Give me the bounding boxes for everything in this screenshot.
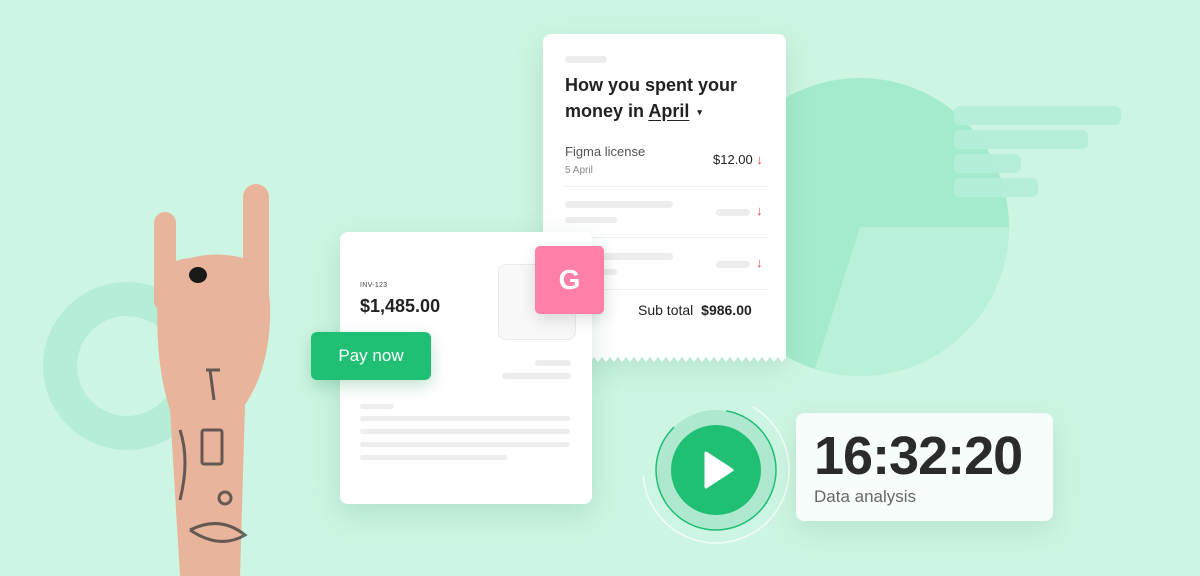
arrow-down-icon: ↓ [756,255,763,270]
timer-card: 16:32:20 Data analysis [796,413,1053,521]
placeholder-line [360,429,570,434]
timer-time: 16:32:20 [814,426,1023,486]
expense-item-name: Figma license [565,144,646,159]
subtotal: Sub total $986.00 [638,302,752,318]
expense-item-date: 5 April [565,165,593,176]
subtotal-value: $986.00 [701,302,752,318]
placeholder-line [360,455,507,460]
timer-label: Data analysis [814,487,917,506]
arrow-down-icon: ↓ [756,203,763,218]
invoice-amount: $1,485.00 [360,296,441,316]
ring-jewelry [189,267,207,283]
receipt-title: How you spent your money in April ▾ [565,75,738,121]
placeholder-line [565,56,607,63]
decorative-bar [954,106,1121,125]
arrow-down-icon: ↓ [756,152,763,167]
placeholder-line [502,373,571,379]
placeholder-line [360,442,570,447]
month-selector[interactable]: April [648,101,689,121]
pay-now-button[interactable]: Pay now [311,332,431,380]
placeholder-amount [716,209,750,216]
chevron-down-icon[interactable]: ▾ [697,107,702,117]
placeholder-line [565,217,617,223]
rock-hand-photo [154,184,271,576]
invoice-number: INV-123 [360,282,388,289]
decorative-bar [954,154,1021,173]
placeholder-line [565,201,673,208]
company-logo-badge: G [535,246,604,314]
divider [565,237,767,238]
play-button[interactable] [640,394,792,546]
decorative-bar [954,130,1088,149]
decorative-bar [954,178,1038,197]
expense-item-amount: $12.00 ↓ [713,152,763,167]
divider [565,186,767,187]
placeholder-line [360,404,394,409]
placeholder-amount [716,261,750,268]
placeholder-line [535,360,571,366]
placeholder-line [360,416,570,421]
